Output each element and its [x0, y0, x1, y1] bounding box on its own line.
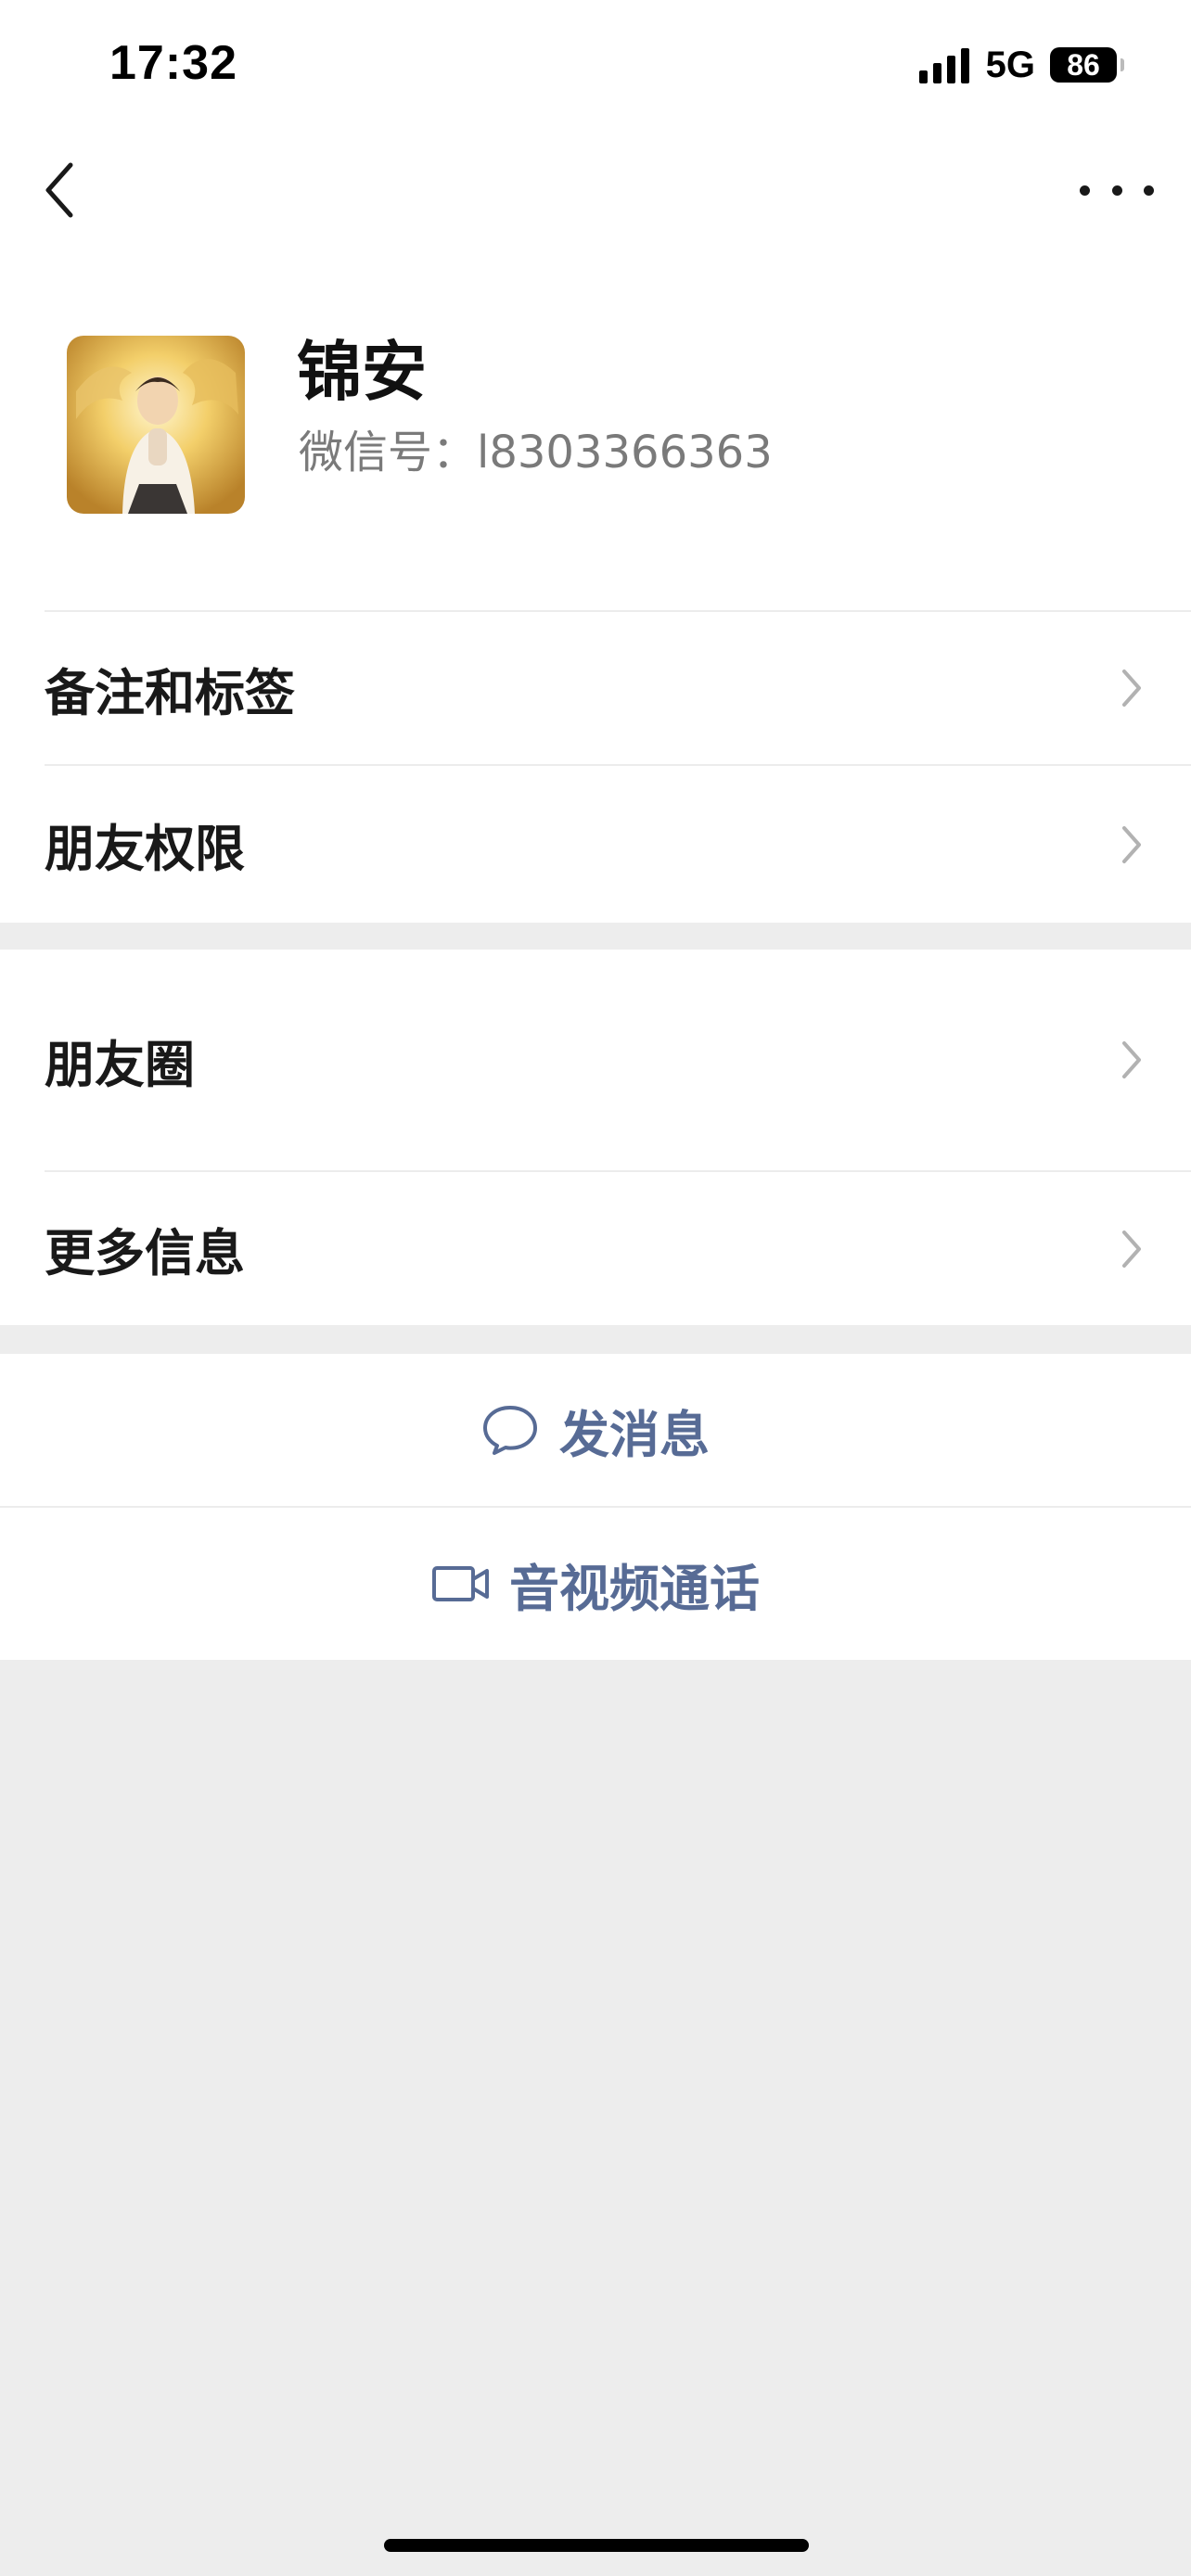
battery-icon: 86 — [1050, 47, 1124, 83]
video-call-label: 音视频通话 — [509, 1559, 760, 1618]
chevron-right-icon — [1122, 825, 1141, 863]
avatar[interactable] — [67, 336, 245, 514]
more-dots-icon — [1080, 185, 1090, 196]
cell-label: 更多信息 — [45, 1224, 245, 1282]
cell-moments[interactable]: 朋友圈 — [45, 950, 1191, 1170]
status-time: 17:32 — [109, 36, 237, 90]
wechat-id: 微信号：l8303366363 — [299, 427, 773, 478]
action-section: 发消息 音视频通话 — [0, 1354, 1191, 1660]
chevron-left-icon — [45, 162, 73, 218]
info-section: 朋友圈 更多信息 — [0, 950, 1191, 1325]
network-type: 5G — [985, 44, 1035, 85]
status-indicators: 5G 86 — [918, 44, 1124, 85]
send-message-button[interactable]: 发消息 — [0, 1354, 1191, 1506]
chat-bubble-icon — [483, 1406, 537, 1455]
signal-icon — [918, 46, 969, 83]
more-button[interactable] — [1080, 172, 1154, 209]
send-message-label: 发消息 — [559, 1405, 710, 1464]
cell-permissions[interactable]: 朋友权限 — [45, 764, 1191, 923]
back-button[interactable] — [37, 158, 83, 223]
chevron-right-icon — [1122, 670, 1141, 707]
cell-more-info[interactable]: 更多信息 — [45, 1170, 1191, 1325]
chevron-right-icon — [1122, 1041, 1141, 1078]
contact-name: 锦安 — [297, 334, 427, 410]
battery-level: 86 — [1067, 47, 1100, 82]
profile-section: 锦安 微信号：l8303366363 备注和标签 朋友权限 — [0, 130, 1191, 923]
video-call-button[interactable]: 音视频通话 — [0, 1508, 1191, 1660]
cell-label: 备注和标签 — [45, 663, 295, 722]
cell-label: 朋友权限 — [45, 820, 245, 878]
cell-remark-tags[interactable]: 备注和标签 — [45, 610, 1191, 764]
video-camera-icon — [432, 1566, 489, 1601]
home-indicator[interactable] — [384, 2539, 809, 2552]
avatar-image — [67, 336, 245, 514]
chevron-right-icon — [1122, 1230, 1141, 1268]
cell-label: 朋友圈 — [45, 1035, 195, 1094]
status-bar: 17:32 5G 86 — [0, 0, 1191, 130]
